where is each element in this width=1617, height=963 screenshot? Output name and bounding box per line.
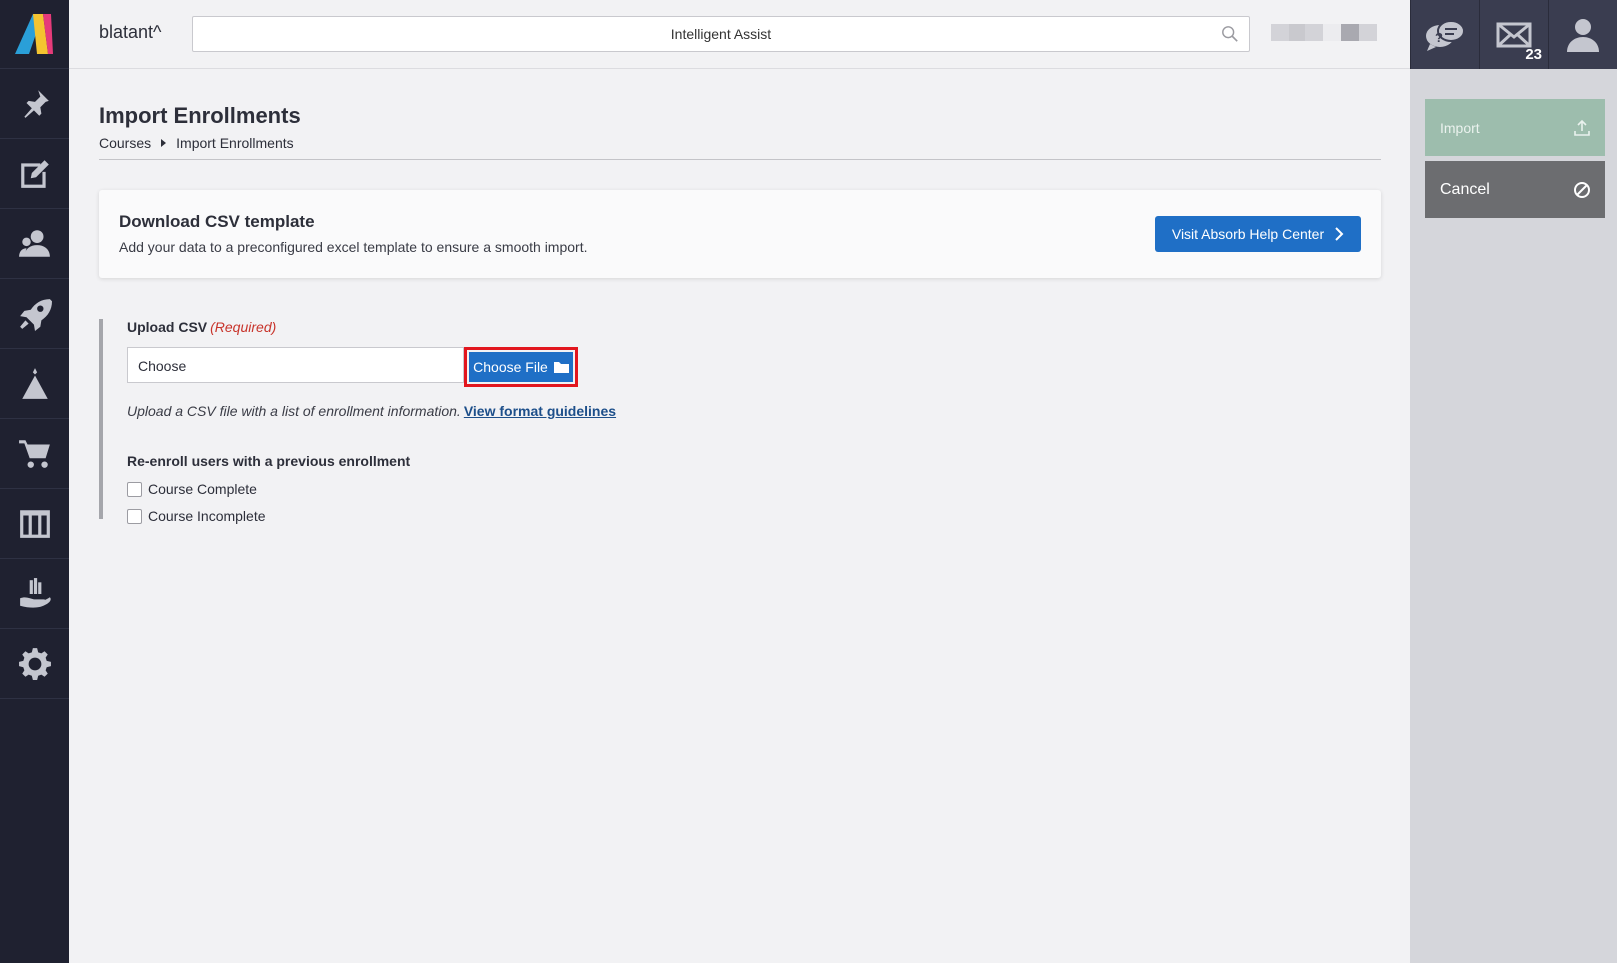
course-complete-option[interactable]: Course Complete: [127, 481, 257, 497]
action-panel: Import Cancel: [1410, 69, 1617, 963]
folder-icon: [553, 362, 569, 373]
chevron-right-icon: [1335, 227, 1344, 241]
card-description: Add your data to a preconfigured excel t…: [119, 239, 588, 255]
import-label: Import: [1440, 119, 1480, 136]
cancel-icon: [1574, 181, 1590, 198]
upload-label-text: Upload CSV: [127, 319, 208, 335]
required-marker: (Required): [210, 319, 277, 335]
choose-file-button-inner[interactable]: Choose File: [469, 352, 573, 382]
breadcrumb-courses[interactable]: Courses: [99, 135, 151, 151]
messages-count-badge: 23: [1525, 46, 1542, 63]
intelligent-assist-search[interactable]: Intelligent Assist: [192, 16, 1250, 52]
search-icon[interactable]: [1221, 25, 1239, 43]
course-complete-checkbox[interactable]: [127, 481, 142, 497]
upload-icon: [1574, 119, 1590, 136]
search-input[interactable]: Intelligent Assist: [193, 26, 1249, 42]
header-divider: [99, 159, 1381, 160]
hand-icon: [19, 577, 51, 608]
help-chat-icon: ?: [1426, 19, 1465, 51]
messages-button[interactable]: 23: [1479, 0, 1548, 69]
rocket-icon: [19, 298, 52, 331]
sidebar-item-cart[interactable]: [0, 419, 69, 489]
brand-name: blatant^: [99, 22, 162, 42]
gear-icon: [18, 647, 51, 680]
edit-icon: [20, 159, 49, 188]
sidebar-item-pin[interactable]: [0, 69, 69, 139]
breadcrumb: Courses Import Enrollments: [99, 135, 294, 151]
sidebar-item-edit[interactable]: [0, 139, 69, 209]
sidebar-item-columns[interactable]: [0, 489, 69, 559]
choose-file-label: Choose File: [473, 359, 548, 375]
file-name-field[interactable]: Choose: [127, 347, 464, 383]
sidebar-item-rocket[interactable]: [0, 279, 69, 349]
app-logo[interactable]: [0, 0, 69, 69]
top-header: blatant^ Intelligent Assist: [69, 0, 1410, 69]
import-button[interactable]: Import: [1425, 99, 1605, 156]
breadcrumb-arrow-icon: [161, 139, 167, 147]
sidebar-item-users[interactable]: [0, 209, 69, 279]
course-incomplete-checkbox[interactable]: [127, 508, 142, 524]
sidebar: [0, 0, 69, 963]
cancel-button[interactable]: Cancel: [1425, 161, 1605, 218]
sidebar-item-competency[interactable]: [0, 349, 69, 419]
sidebar-item-settings[interactable]: [0, 629, 69, 699]
course-incomplete-option[interactable]: Course Incomplete: [127, 508, 266, 524]
cart-icon: [18, 439, 50, 468]
upload-section: Upload CSV (Required) Choose Choose File …: [99, 319, 799, 524]
upload-hint-text: Upload a CSV file with a list of enrollm…: [127, 403, 461, 419]
user-icon: [1567, 18, 1599, 52]
course-incomplete-label: Course Incomplete: [148, 508, 266, 524]
help-chat-button[interactable]: ?: [1410, 0, 1479, 69]
columns-icon: [19, 509, 50, 538]
visit-help-center-button[interactable]: Visit Absorb Help Center: [1155, 216, 1361, 252]
top-icon-bar: ? 23: [1410, 0, 1617, 69]
csv-template-card: Download CSV template Add your data to a…: [99, 190, 1381, 278]
choose-file-button[interactable]: Choose File: [464, 347, 578, 387]
profile-button[interactable]: [1548, 0, 1617, 69]
pin-icon: [23, 89, 49, 118]
upload-csv-label: Upload CSV (Required): [127, 319, 276, 335]
reenroll-label: Re-enroll users with a previous enrollme…: [127, 453, 411, 469]
users-icon: [18, 229, 50, 257]
competency-icon: [21, 367, 48, 399]
redacted-username: [1271, 24, 1377, 41]
cancel-label: Cancel: [1440, 180, 1490, 198]
svg-text:?: ?: [1435, 30, 1443, 45]
sidebar-item-hand[interactable]: [0, 559, 69, 629]
course-complete-label: Course Complete: [148, 481, 257, 497]
view-format-guidelines-link[interactable]: View format guidelines: [464, 403, 616, 419]
help-button-label: Visit Absorb Help Center: [1171, 226, 1325, 242]
upload-hint: Upload a CSV file with a list of enrollm…: [127, 403, 616, 419]
breadcrumb-current: Import Enrollments: [176, 135, 294, 151]
absorb-logo-icon: [14, 14, 53, 54]
card-title: Download CSV template: [119, 212, 315, 231]
page-title: Import Enrollments: [99, 103, 301, 128]
